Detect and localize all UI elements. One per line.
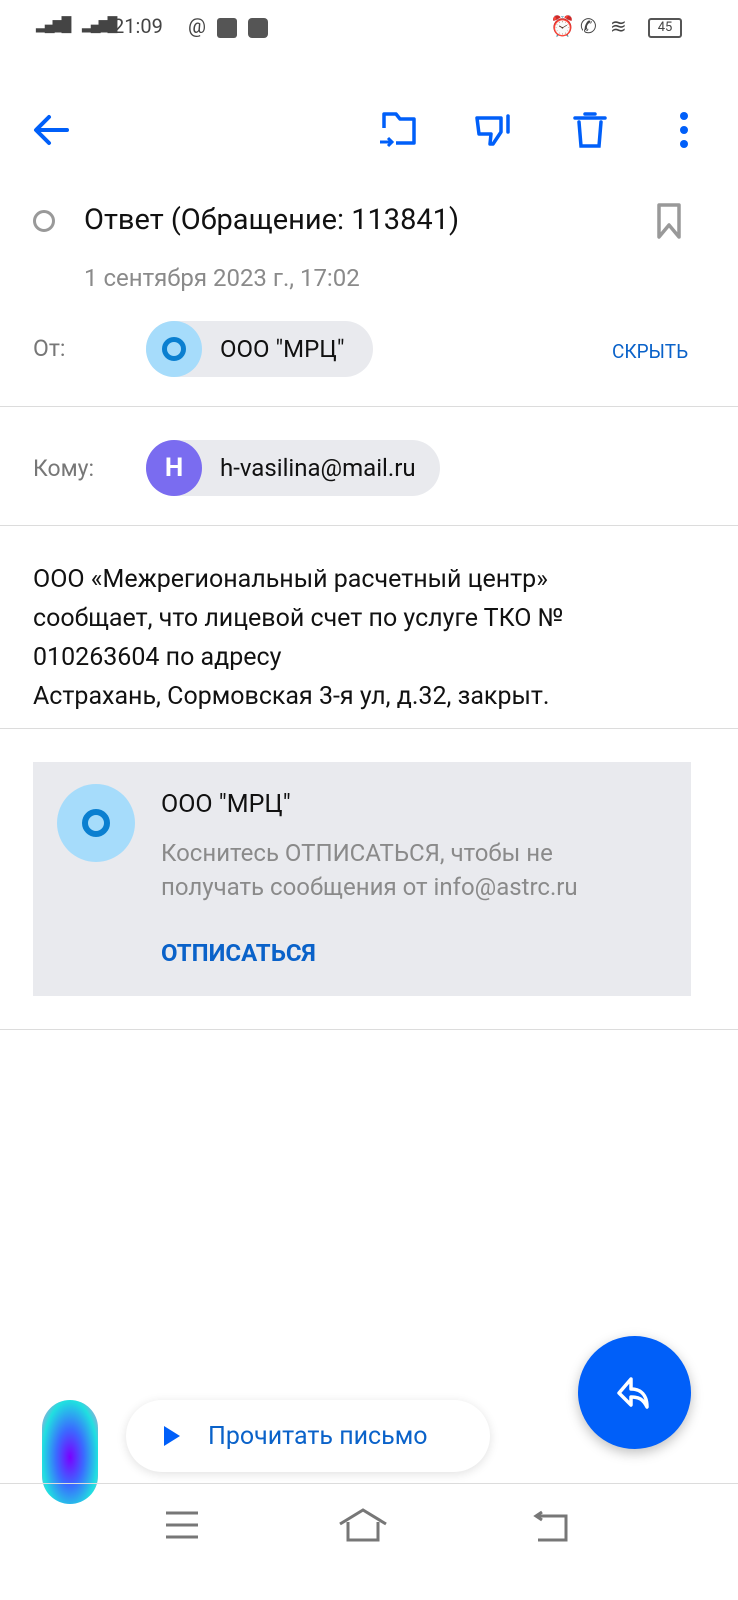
move-button[interactable] xyxy=(373,105,423,155)
home-nav-button[interactable] xyxy=(338,1508,388,1546)
nav-divider xyxy=(0,1483,738,1484)
signal-icon: ▂▄▆█ xyxy=(36,17,71,33)
hide-button[interactable]: СКРЫТЬ xyxy=(612,340,688,363)
app-icon xyxy=(248,18,268,38)
recipient-email: h-vasilina@mail.ru xyxy=(220,454,416,482)
play-icon xyxy=(164,1426,180,1446)
sender-avatar xyxy=(57,784,135,862)
back-nav-icon xyxy=(533,1510,568,1542)
unsubscribe-button[interactable]: ОТПИСАТЬСЯ xyxy=(161,939,316,967)
body-line: 010263604 по адресу xyxy=(33,643,282,672)
back-button[interactable] xyxy=(26,105,76,155)
signal-icon: ▂▄▆█ xyxy=(82,17,117,33)
recipient-chip[interactable]: H h-vasilina@mail.ru xyxy=(146,440,440,496)
wifi-call-icon: ✆ xyxy=(580,14,597,38)
back-arrow-icon xyxy=(34,115,69,145)
from-label: От: xyxy=(33,335,66,362)
body-line: сообщает, что лицевой счет по услуге ТКО… xyxy=(33,604,564,633)
to-label: Кому: xyxy=(33,455,95,482)
reply-icon xyxy=(616,1376,649,1409)
sender-name: ООО "МРЦ" xyxy=(220,335,345,363)
menu-icon xyxy=(166,1511,198,1539)
divider xyxy=(0,728,738,729)
body-line: ООО «Межрегиональный расчетный центр» xyxy=(33,565,548,594)
more-vert-icon xyxy=(680,112,688,148)
trash-icon xyxy=(573,112,607,148)
recipient-avatar: H xyxy=(146,440,202,496)
sender-avatar xyxy=(146,321,202,377)
home-icon xyxy=(339,1508,387,1542)
delete-button[interactable] xyxy=(565,105,615,155)
unsubscribe-card: ООО "МРЦ" Коснитесь ОТПИСАТЬСЯ, чтобы не… xyxy=(33,762,691,996)
org-logo-icon xyxy=(162,337,186,361)
back-nav-button[interactable] xyxy=(532,1510,570,1546)
read-letter-button[interactable]: Прочитать письмо xyxy=(126,1400,490,1472)
sender-chip[interactable]: ООО "МРЦ" xyxy=(146,321,373,377)
unsubscribe-text: Коснитесь ОТПИСАТЬСЯ, чтобы не получать … xyxy=(161,839,578,901)
read-letter-label: Прочитать письмо xyxy=(208,1421,428,1451)
email-body: ООО «Межрегиональный расчетный центр» со… xyxy=(33,560,563,716)
status-bar: ▂▄▆█ ▂▄▆█ 21:09 @ ⏰ ✆ ≋ 45 xyxy=(0,14,738,48)
bookmark-icon xyxy=(657,203,681,239)
reply-button[interactable] xyxy=(578,1336,691,1449)
divider xyxy=(0,406,738,407)
body-line: Астрахань, Сормовская 3-я ул, д.32, закр… xyxy=(33,682,550,711)
assistant-icon[interactable] xyxy=(42,1400,98,1504)
bookmark-button[interactable] xyxy=(656,202,682,244)
move-to-folder-icon xyxy=(380,112,416,148)
bag-icon xyxy=(217,18,237,38)
menu-nav-button[interactable] xyxy=(164,1510,200,1544)
org-logo-icon xyxy=(82,809,110,837)
wifi-icon: ≋ xyxy=(610,14,627,38)
more-button[interactable] xyxy=(659,105,709,155)
divider xyxy=(0,1029,738,1030)
spam-button[interactable] xyxy=(468,105,518,155)
unread-toggle[interactable] xyxy=(33,210,55,232)
battery-icon: 45 xyxy=(648,18,682,38)
at-icon: @ xyxy=(188,14,206,38)
divider xyxy=(0,525,738,526)
email-date: 1 сентября 2023 г., 17:02 xyxy=(84,264,360,292)
email-subject: Ответ (Обращение: 113841) xyxy=(84,203,460,237)
thumbs-down-icon xyxy=(475,114,510,146)
clock: 21:09 xyxy=(113,14,163,38)
unsubscribe-sender: ООО "МРЦ" xyxy=(161,790,291,819)
alarm-icon: ⏰ xyxy=(550,14,575,38)
